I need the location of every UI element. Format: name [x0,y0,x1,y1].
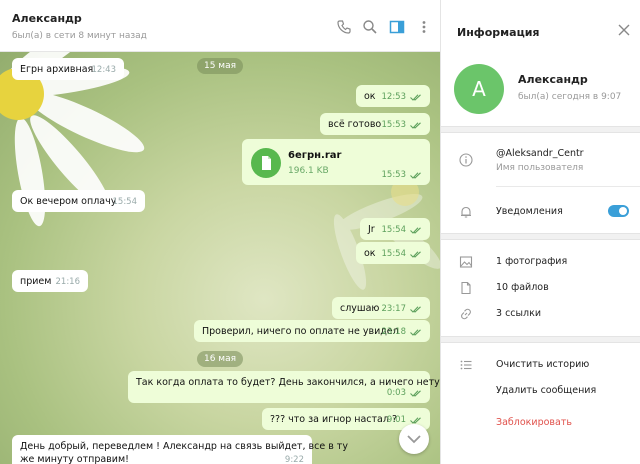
list-icon [460,360,472,370]
info-icon [459,153,473,167]
username[interactable]: @Aleksandr_Centr [496,148,584,159]
file-icon[interactable] [251,148,281,178]
read-check-icon [410,251,421,258]
message-outgoing[interactable]: ок 12:53 [356,85,430,107]
photo-icon [459,256,473,268]
sidebar-toggle-icon[interactable] [389,19,405,35]
file-message[interactable]: 6егрн.rar 196.1 KB 15:53 [242,139,430,185]
message-text: прием [20,276,52,287]
message-text: Так когда оплата то будет? День закончил… [136,377,440,388]
link-icon [461,308,471,320]
section-divider [441,336,640,343]
read-check-icon [410,329,421,336]
file-icon [461,281,471,295]
shared-files[interactable]: 10 файлов [496,282,549,293]
message-text: Егрн архивная [20,64,94,75]
read-check-icon [410,172,421,179]
date-separator: 16 мая [197,351,243,367]
close-icon[interactable] [618,24,630,36]
message-incoming[interactable]: День добрый, переведлем ! Александр на с… [12,435,348,464]
message-incoming[interactable]: Егрн архивная 12:43 [12,58,124,80]
shared-photos[interactable]: 1 фотография [496,256,567,267]
message-text: Проверил, ничего по оплате не увидел [202,326,399,337]
message-text: ок [364,248,376,259]
chevron-down-icon [407,435,421,444]
notifications-toggle[interactable] [608,205,629,217]
notifications-label: Уведомления [496,206,563,217]
section-divider [441,126,640,133]
search-icon[interactable] [362,19,378,35]
message-time: 15:54 [112,197,138,207]
toggle-knob [619,207,627,215]
clear-history-button[interactable]: Очистить историю [496,359,589,370]
message-text: ок [364,91,376,102]
read-check-icon [410,122,421,129]
avatar[interactable]: А [454,64,504,114]
scroll-down-button[interactable] [399,424,429,454]
message-text: всё готово [328,119,382,130]
read-check-icon [410,390,421,397]
file-size: 196.1 KB [288,166,329,176]
chat-last-seen: был(а) в сети 8 минут назад [12,31,147,41]
file-name[interactable]: 6егрн.rar [288,150,341,161]
message-incoming[interactable]: Ок вечером оплачу 15:54 [12,190,145,212]
delete-messages-button[interactable]: Удалить сообщения [496,385,596,396]
message-outgoing[interactable]: слушаю 23:17 [332,297,430,319]
message-time: 15:53 [381,170,407,180]
message-outgoing[interactable]: Проверил, ничего по оплате не увидел 23:… [194,320,430,342]
message-outgoing[interactable]: всё готово 15:53 [320,113,430,135]
message-text-line1: День добрый, переведлем ! Александр на с… [20,441,348,452]
block-user-button[interactable]: Заблокировать [496,417,572,428]
message-time: 23:18 [381,327,407,337]
read-check-icon [410,94,421,101]
message-text-line2: же минуту отправим! [20,454,129,464]
message-time: 9:22 [284,455,304,464]
username-label: Имя пользователя [496,163,584,173]
message-time: 15:54 [381,225,407,235]
message-time: 0:03 [386,388,406,398]
read-check-icon [410,306,421,313]
message-text: ??? что за игнор настал ? [270,414,398,425]
message-text: слушаю [340,303,380,314]
message-outgoing[interactable]: ок 15:54 [356,242,430,264]
chat-panel: Александр был(а) в сети 8 минут назад Ег… [0,0,441,464]
message-text: Jr [368,224,375,235]
message-time: 12:43 [91,65,117,75]
message-time: 12:53 [381,92,407,102]
date-separator: 15 мая [197,58,243,74]
bell-icon [461,206,471,218]
profile-status: был(а) сегодня в 9:07 [518,92,622,102]
divider [496,186,640,187]
info-panel: Информация А Александр был(а) сегодня в … [441,0,640,464]
info-title: Информация [457,26,540,39]
phone-icon[interactable] [336,19,352,35]
read-check-icon [410,227,421,234]
message-time: 21:16 [55,277,81,287]
message-time: 15:54 [381,249,407,259]
shared-links[interactable]: 3 ссылки [496,308,541,319]
profile-name: Александр [518,73,588,86]
message-outgoing[interactable]: Jr 15:54 [360,218,430,240]
section-divider [441,233,640,240]
more-vert-icon[interactable] [416,19,432,35]
chat-contact-name[interactable]: Александр [12,12,82,25]
chat-header: Александр был(а) в сети 8 минут назад [0,0,440,52]
message-outgoing[interactable]: Так когда оплата то будет? День закончил… [128,371,440,403]
read-check-icon [410,417,421,424]
message-text: Ок вечером оплачу [20,196,117,207]
message-incoming[interactable]: прием 21:16 [12,270,88,292]
message-time: 23:17 [381,304,407,314]
message-time: 15:53 [381,120,407,130]
